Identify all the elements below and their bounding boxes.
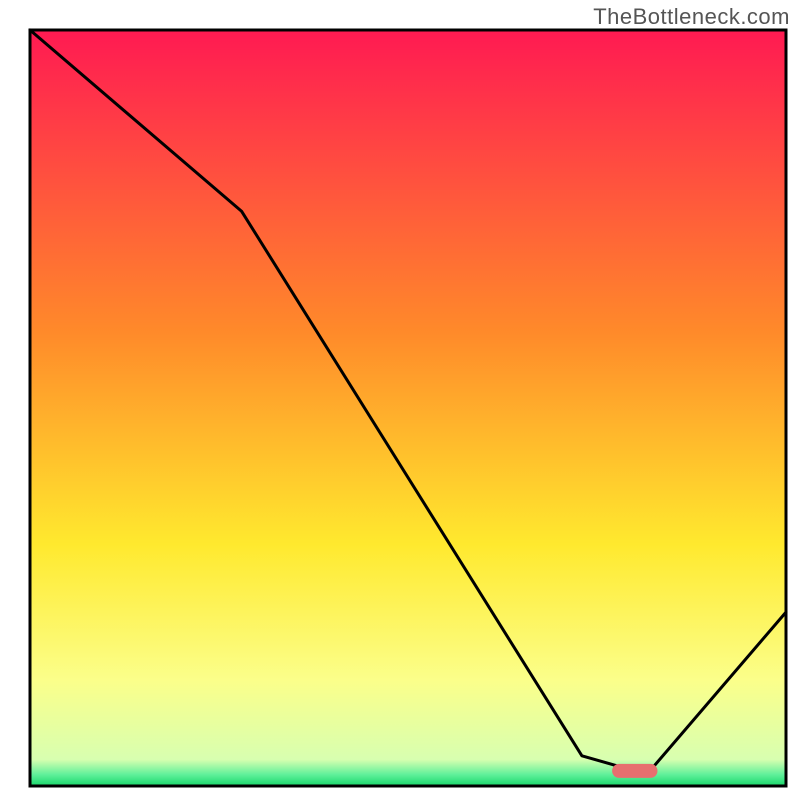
watermark-text: TheBottleneck.com [593, 4, 790, 30]
chart-svg [0, 0, 800, 800]
bottleneck-chart [0, 0, 800, 800]
optimal-range-marker [612, 764, 657, 778]
plot-background [30, 30, 786, 786]
